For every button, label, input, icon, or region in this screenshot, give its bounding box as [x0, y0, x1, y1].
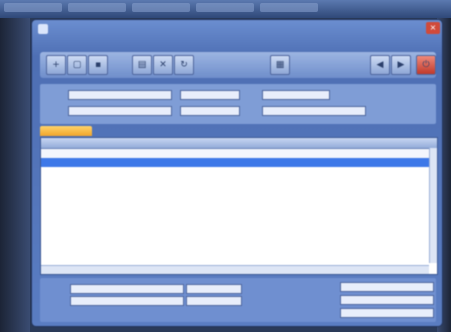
table-row-selected[interactable]: [41, 158, 437, 167]
delete-icon[interactable]: ✕: [153, 55, 173, 75]
horizontal-scrollbar[interactable]: [41, 265, 429, 274]
form-field[interactable]: [180, 106, 240, 116]
form-field[interactable]: [180, 90, 240, 100]
taskbar-tab[interactable]: [260, 3, 318, 12]
next-icon[interactable]: ▶: [391, 55, 411, 75]
form-field[interactable]: [186, 296, 242, 306]
taskbar-tab[interactable]: [4, 3, 62, 12]
footer-form: [40, 278, 436, 322]
total-field: [340, 282, 434, 292]
form-field[interactable]: [70, 296, 184, 306]
close-button[interactable]: ×: [426, 22, 440, 34]
previous-icon[interactable]: ◀: [370, 55, 390, 75]
taskbar-tab[interactable]: [196, 3, 254, 12]
new-icon[interactable]: +: [46, 55, 66, 75]
header-form: [40, 84, 436, 124]
form-field[interactable]: [68, 90, 172, 100]
items-grid: [40, 137, 438, 275]
form-field[interactable]: [68, 106, 172, 116]
print-icon[interactable]: ▤: [132, 55, 152, 75]
tab-details[interactable]: [40, 126, 92, 136]
taskbar-tab[interactable]: [132, 3, 190, 12]
total-field: [340, 295, 434, 305]
form-field[interactable]: [262, 106, 366, 116]
app-window: × + ▢ ▪ ▤ ✕ ↻ ▦ ◀ ▶ ⏻: [32, 20, 442, 326]
form-field[interactable]: [186, 284, 242, 294]
refresh-icon[interactable]: ↻: [174, 55, 194, 75]
taskbar-tab[interactable]: [68, 3, 126, 12]
grand-total-field: [340, 308, 434, 318]
open-icon[interactable]: ▢: [67, 55, 87, 75]
exit-icon[interactable]: ⏻: [416, 55, 436, 75]
monitor-bezel-left: [0, 18, 30, 332]
grid-header: [41, 138, 437, 149]
save-icon[interactable]: ▪: [88, 55, 108, 75]
toolbar: + ▢ ▪ ▤ ✕ ↻ ▦ ◀ ▶ ⏻: [40, 52, 436, 78]
app-icon: [38, 24, 48, 34]
form-field[interactable]: [70, 284, 184, 294]
calculator-icon[interactable]: ▦: [270, 55, 290, 75]
form-field[interactable]: [262, 90, 330, 100]
screen-top-edge: [0, 0, 451, 18]
table-row[interactable]: [41, 149, 437, 158]
vertical-scrollbar[interactable]: [429, 148, 437, 263]
title-bar[interactable]: ×: [32, 20, 442, 40]
